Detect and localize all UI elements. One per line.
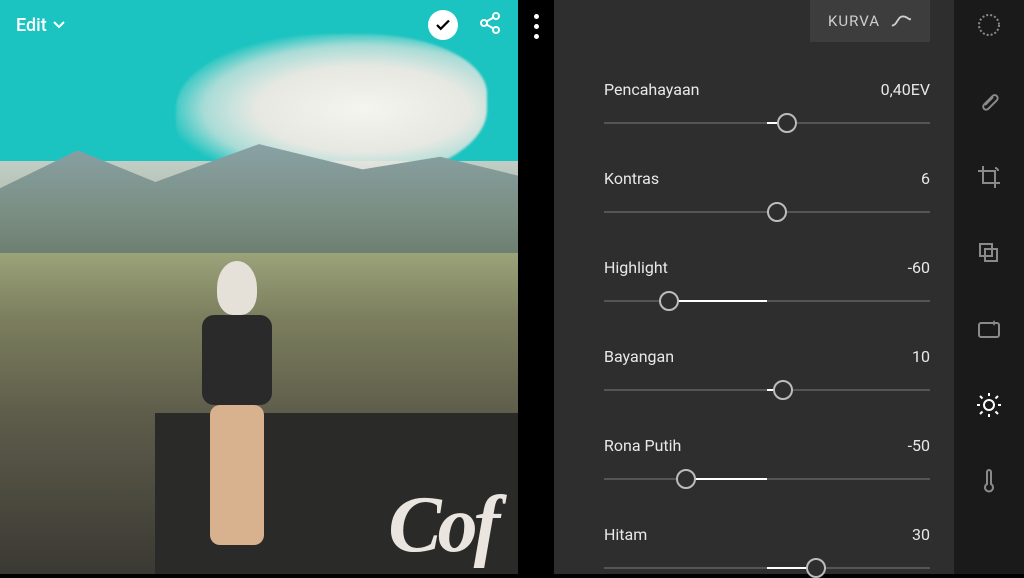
light-tool-button[interactable]	[974, 390, 1004, 420]
slider-value: -50	[908, 436, 930, 455]
slider-knob[interactable]	[777, 113, 797, 133]
slider-track[interactable]	[604, 202, 930, 222]
slider-knob[interactable]	[659, 291, 679, 311]
tool-rail	[954, 0, 1024, 574]
slider-track[interactable]	[604, 558, 930, 578]
temperature-icon	[976, 468, 1002, 494]
slider-track[interactable]	[604, 469, 930, 489]
graffiti-text: Cof	[388, 480, 496, 571]
edit-menu-label: Edit	[16, 15, 47, 36]
slider-label: Bayangan	[604, 347, 674, 366]
share-button[interactable]	[478, 11, 502, 39]
slider-value: -60	[908, 258, 930, 277]
crop-icon	[976, 164, 1002, 190]
slider-track[interactable]	[604, 113, 930, 133]
curve-tab-label: KURVA	[828, 12, 880, 30]
share-icon	[478, 11, 502, 35]
slider-knob[interactable]	[806, 558, 826, 578]
auto-tool-button[interactable]	[974, 314, 1004, 344]
healing-icon	[976, 88, 1002, 114]
slider-value: 0,40EV	[881, 80, 930, 99]
controls-pane: KURVA Pencahayaan 0,40EV Kontras 6 Highlight…	[554, 0, 954, 574]
slider-label: Rona Putih	[604, 436, 681, 455]
slider-track[interactable]	[604, 291, 930, 311]
presets-icon	[976, 240, 1002, 266]
slider-highlight: Highlight -60	[604, 258, 930, 311]
photo-preview[interactable]: Cof Edit	[0, 0, 518, 574]
slider-label: Pencahayaan	[604, 80, 699, 99]
light-icon	[976, 392, 1002, 418]
person	[197, 261, 277, 551]
slider-label: Hitam	[604, 525, 647, 544]
healing-tool-button[interactable]	[974, 86, 1004, 116]
slider-label: Kontras	[604, 169, 659, 188]
curve-tab-button[interactable]: KURVA	[810, 0, 930, 42]
crop-tool-button[interactable]	[974, 162, 1004, 192]
presets-tool-button[interactable]	[974, 238, 1004, 268]
slider-rona-putih: Rona Putih -50	[604, 436, 930, 489]
check-icon	[434, 16, 452, 34]
slider-value: 6	[921, 169, 930, 188]
slider-knob[interactable]	[676, 469, 696, 489]
confirm-button[interactable]	[428, 10, 458, 40]
more-options-button[interactable]	[534, 14, 539, 574]
slider-kontras: Kontras 6	[604, 169, 930, 222]
gap-strip	[518, 0, 554, 574]
slider-knob[interactable]	[773, 380, 793, 400]
slider-label: Highlight	[604, 258, 668, 277]
slider-knob[interactable]	[767, 202, 787, 222]
slider-value: 30	[912, 525, 930, 544]
slider-pencahayaan: Pencahayaan 0,40EV	[604, 80, 930, 133]
radial-filter-tool-button[interactable]	[974, 10, 1004, 40]
edit-menu-button[interactable]: Edit	[16, 15, 65, 36]
temperature-tool-button[interactable]	[974, 466, 1004, 496]
slider-track[interactable]	[604, 380, 930, 400]
mountains	[0, 138, 518, 264]
curve-icon	[890, 14, 912, 28]
chevron-down-icon	[53, 21, 65, 29]
radial-filter-icon	[976, 12, 1002, 38]
auto-icon	[976, 316, 1002, 342]
slider-value: 10	[912, 347, 930, 366]
slider-bayangan: Bayangan 10	[604, 347, 930, 400]
slider-hitam: Hitam 30	[604, 525, 930, 578]
preview-top-bar: Edit	[0, 0, 518, 50]
